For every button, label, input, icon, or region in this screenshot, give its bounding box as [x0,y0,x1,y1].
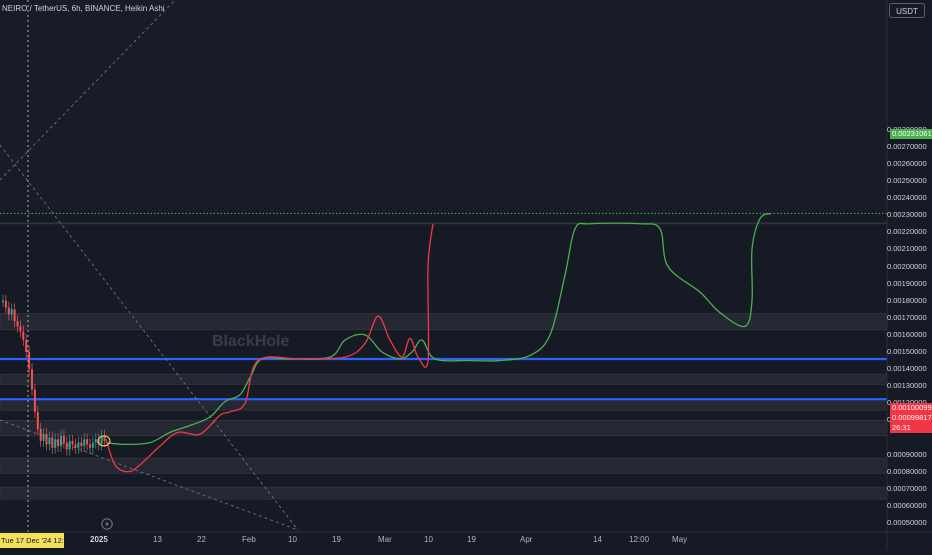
time-tick-label: Feb [242,535,256,544]
price-tick-label: 0.00270000 [887,141,927,151]
support-resistance-lines [0,212,887,401]
price-tick-label: 0.00250000 [887,176,927,185]
last-price-tag: 0.00100099 [890,403,932,413]
price-tick-label: 0.00230000 [887,210,927,220]
candle-13 [39,428,42,441]
price-zone-5 [0,457,888,474]
lightning-icon[interactable] [101,518,113,530]
price-tick-label: 0.00050000 [887,518,927,527]
price-tick-label: 0.00150000 [887,347,927,356]
candle-17 [51,437,54,448]
candle-25 [74,444,77,448]
price-zone-1 [0,313,888,331]
time-tick-label: 10 [288,535,297,544]
price-tick-label: 0.00180000 [887,295,927,305]
price-tick-label: 0.00260000 [887,158,927,168]
bar-countdown-tag: 26:31 [890,423,932,433]
time-tick-label: 22 [197,535,206,544]
time-tick-label: 12:00 [629,535,650,544]
price-zone-3 [0,399,888,411]
price-tick-label: 0.00190000 [887,278,927,288]
price-tick-label: 0.00140000 [887,364,927,374]
price-tick-label: 0.00090000 [887,449,927,459]
price-tick-label: 0.00170000 [887,312,927,322]
candle-10 [31,369,33,390]
candle-27 [80,442,83,447]
chart-canvas[interactable] [0,0,932,550]
price-tick-label: 0.00200000 [887,261,927,271]
candle-14 [42,434,45,441]
candle-21 [62,435,65,443]
candle-12 [36,411,39,429]
candle-2 [7,307,10,315]
current-price-tag: 0.00099817 [890,413,932,423]
price-tick-label: 0.00160000 [887,329,927,339]
candle-6 [19,326,22,332]
candle-28 [83,439,86,447]
time-tick-label: Mar [378,535,392,544]
candle-11 [33,389,36,412]
price-zone-4 [0,420,888,437]
upper-band [0,0,887,214]
price-tick-label: 0.00130000 [887,381,927,391]
time-tick-label: 10 [424,535,433,544]
candle-35 [103,435,106,441]
chart-area[interactable]: NEIRO / TetherUS, 6h, BINANCE, Heikin As… [0,0,932,550]
price-tick-label: 0.00240000 [887,193,927,203]
price-zones [0,0,888,500]
candle-31 [91,442,94,448]
price-tick-label: 0.00070000 [887,483,927,493]
price-tick-label: 0.00060000 [887,500,927,510]
chart-title: NEIRO / TetherUS, 6h, BINANCE, Heikin As… [2,4,165,13]
candle-30 [89,444,91,448]
candle-24 [71,440,74,445]
candle-1 [4,300,7,308]
price-zone-6 [0,486,888,500]
candle-15 [45,434,48,445]
time-tick-label: 19 [332,535,341,544]
candle-16 [48,437,51,445]
watermark-text: BlackHole [212,333,290,350]
price-tick-label: 0.00210000 [887,244,927,254]
candle-29 [86,439,89,445]
time-tick-label: 2025 [90,535,108,544]
candle-18 [54,439,57,448]
candle-26 [77,442,80,448]
time-tick-label: 14 [593,535,602,544]
candle-0 [2,300,4,303]
trend-line-lower [0,419,299,531]
candle-19 [57,439,60,447]
candle-4 [13,309,16,322]
candle-20 [60,435,62,447]
candle-23 [68,440,71,450]
time-tick-label: 19 [467,535,476,544]
price-tick-label: 0.00220000 [887,227,927,237]
time-tick-label: 13 [153,535,162,544]
candle-5 [16,321,19,327]
price-zone-2 [0,373,888,385]
candle-22 [65,442,68,450]
candle-8 [25,340,28,352]
time-tick-label: May [672,535,688,544]
price-tick-label: 0.00080000 [887,466,927,476]
price-zone-0 [0,222,888,225]
candle-7 [22,331,25,341]
candle-3 [10,309,13,315]
currency-selector[interactable]: USDT [889,3,925,18]
dotted-level-price-tag: 0.00231061 [890,129,932,139]
time-tick-label: Apr [520,535,533,544]
candle-9 [28,352,31,370]
candle-32 [94,439,97,443]
crosshair-date-label: Tue 17 Dec '24 12:00 [0,533,64,548]
